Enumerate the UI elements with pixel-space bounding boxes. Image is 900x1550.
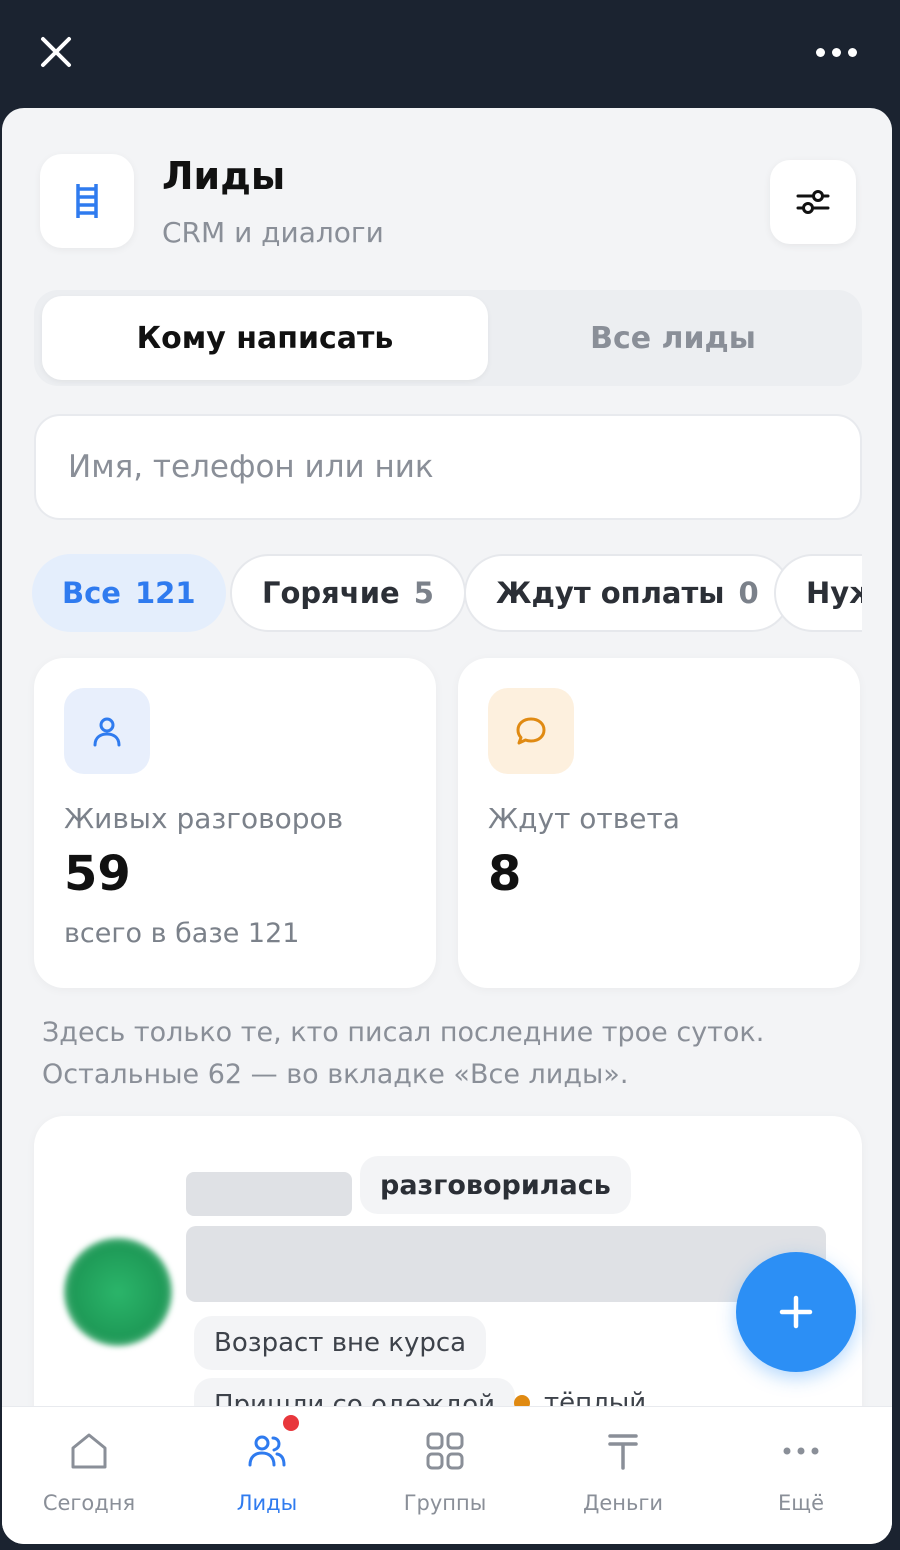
lead-message-redacted bbox=[186, 1226, 826, 1302]
stat-label: Живых разговоров bbox=[64, 802, 344, 835]
plus-icon bbox=[779, 1295, 813, 1329]
chip-label: Нуж bbox=[806, 576, 862, 610]
people-icon bbox=[248, 1435, 286, 1467]
chip-all[interactable]: Все 121 bbox=[32, 554, 226, 632]
nav-money[interactable]: Деньги bbox=[548, 1429, 698, 1529]
more-menu-button[interactable] bbox=[808, 30, 864, 74]
home-icon bbox=[71, 1433, 107, 1469]
stat-icon-box bbox=[488, 688, 574, 774]
notification-badge bbox=[283, 1415, 299, 1431]
chat-bubble-icon bbox=[516, 717, 546, 745]
stat-value: 8 bbox=[488, 846, 522, 902]
stat-card-live[interactable]: Живых разговоров 59 всего в базе 121 bbox=[34, 658, 436, 988]
search-input[interactable]: Имя, телефон или ник bbox=[34, 414, 862, 520]
ladder-icon bbox=[76, 184, 98, 218]
leads-sheet: Лиды CRM и диалоги Кому написать Все лид… bbox=[2, 108, 892, 1544]
lead-tag: Возраст вне курса bbox=[194, 1316, 487, 1370]
avatar bbox=[64, 1238, 172, 1346]
bottom-nav: Сегодня Лиды Группы Деньги Ещё bbox=[2, 1406, 892, 1544]
stat-card-awaiting-reply[interactable]: Ждут ответа 8 bbox=[458, 658, 860, 988]
chip-hot[interactable]: Горячие 5 bbox=[230, 554, 466, 632]
top-bar bbox=[0, 0, 900, 108]
lead-card[interactable]: разговорилась Возраст вне курса Пришли с… bbox=[34, 1116, 862, 1446]
user-icon bbox=[93, 717, 121, 747]
nav-label: Ещё bbox=[778, 1491, 824, 1515]
chip-awaiting-payment[interactable]: Ждут оплаты 0 bbox=[464, 554, 791, 632]
stat-icon-box bbox=[64, 688, 150, 774]
nav-more[interactable]: Ещё bbox=[726, 1429, 876, 1529]
nav-label: Сегодня bbox=[42, 1491, 136, 1515]
dot bbox=[847, 47, 857, 57]
sliders-icon bbox=[796, 190, 830, 214]
leads-app-icon bbox=[40, 154, 134, 248]
chip-count: 0 bbox=[738, 576, 759, 610]
tab-all-leads[interactable]: Все лиды bbox=[488, 296, 858, 380]
close-button[interactable] bbox=[32, 30, 80, 74]
nav-groups[interactable]: Группы bbox=[370, 1429, 520, 1529]
lead-status-tag: разговорилась bbox=[360, 1156, 631, 1214]
more-icon bbox=[783, 1447, 819, 1455]
add-lead-button[interactable] bbox=[736, 1252, 856, 1372]
chip-label: Все bbox=[62, 576, 121, 610]
segmented-tabs: Кому написать Все лиды bbox=[34, 290, 862, 386]
filter-button[interactable] bbox=[770, 160, 856, 244]
chip-count: 5 bbox=[413, 576, 434, 610]
nav-leads[interactable]: Лиды bbox=[192, 1415, 342, 1529]
info-note: Здесь только те, кто писал последние тро… bbox=[42, 1017, 765, 1090]
chip-label: Горячие bbox=[262, 576, 400, 610]
dot bbox=[815, 47, 825, 57]
close-icon bbox=[41, 37, 71, 67]
dot bbox=[831, 47, 841, 57]
chip-label: Ждут оплаты bbox=[496, 576, 725, 610]
stat-label: Ждут ответа bbox=[488, 802, 680, 835]
tenge-icon bbox=[608, 1434, 638, 1470]
stat-value: 59 bbox=[64, 846, 131, 902]
nav-label: Лиды bbox=[236, 1491, 298, 1515]
page-title: Лиды bbox=[162, 154, 286, 198]
chip-count: 121 bbox=[134, 576, 196, 610]
chip-need[interactable]: Нуж bbox=[774, 554, 862, 632]
page-subtitle: CRM и диалоги bbox=[162, 216, 384, 249]
nav-label: Деньги bbox=[582, 1491, 664, 1515]
lead-name-redacted bbox=[186, 1172, 352, 1216]
stat-sub: всего в базе 121 bbox=[64, 918, 300, 949]
nav-today[interactable]: Сегодня bbox=[14, 1429, 164, 1529]
nav-label: Группы bbox=[403, 1491, 487, 1515]
filter-chips: Все 121 Горячие 5 Ждут оплаты 0 Нуж bbox=[32, 554, 862, 634]
tab-to-write[interactable]: Кому написать bbox=[42, 296, 488, 380]
grid-icon bbox=[426, 1432, 464, 1470]
